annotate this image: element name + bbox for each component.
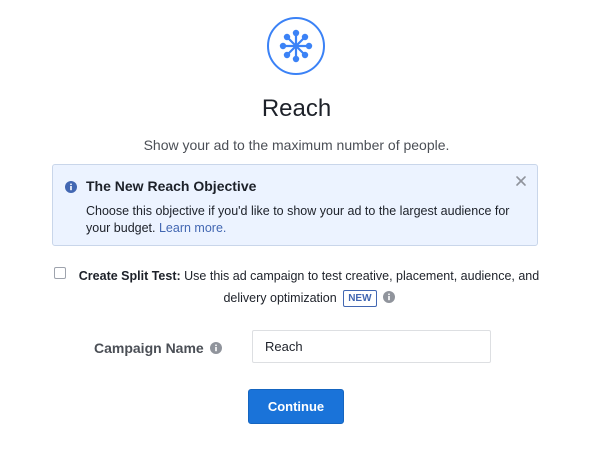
- campaign-name-info-icon[interactable]: [210, 342, 222, 354]
- info-banner-title: The New Reach Objective: [86, 178, 257, 194]
- reach-objective-page: Reach Show your ad to the maximum number…: [0, 0, 593, 453]
- objective-title: Reach: [261, 95, 332, 122]
- campaign-name-label: Campaign Name: [94, 340, 204, 356]
- continue-button[interactable]: Continue: [248, 389, 344, 424]
- objective-subtitle: Show your ad to the maximum number of pe…: [143, 137, 450, 153]
- split-test-checkbox[interactable]: [54, 267, 66, 279]
- info-banner-body: Choose this objective if you'd like to s…: [86, 203, 526, 237]
- split-test-info-icon[interactable]: [382, 291, 395, 303]
- new-badge: NEW: [343, 290, 377, 307]
- info-banner-text: Choose this objective if you'd like to s…: [86, 204, 510, 235]
- split-test-label: Create Split Test:: [78, 269, 181, 283]
- learn-more-link[interactable]: Learn more.: [159, 221, 226, 235]
- close-icon[interactable]: [515, 175, 527, 187]
- reach-network-icon: [266, 16, 326, 76]
- split-test-text: Create Split Test: Use this ad campaign …: [73, 265, 545, 309]
- campaign-name-input[interactable]: [252, 330, 491, 363]
- info-banner: The New Reach Objective Choose this obje…: [52, 164, 538, 246]
- info-icon: [65, 181, 77, 193]
